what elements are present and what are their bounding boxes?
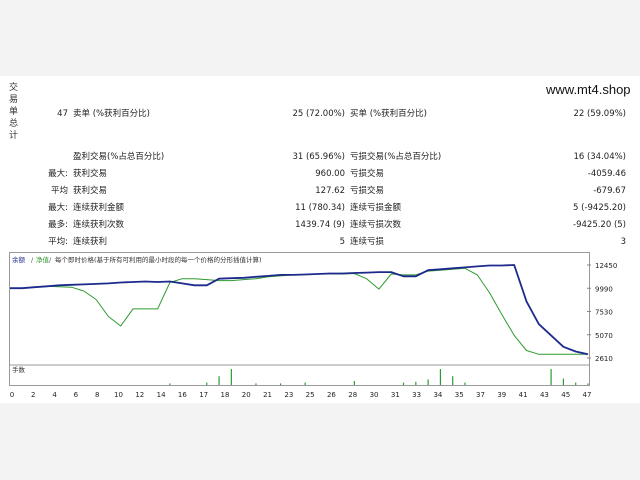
max-consec-losses-value: 5 (-9425.20) xyxy=(573,203,626,213)
maximal-consec-loss-value: -9425.20 (5) xyxy=(573,220,626,230)
maximal-consec-profit-label: 连续获利次数 xyxy=(73,220,125,230)
bottom-band xyxy=(0,403,640,480)
largest-profit-label: 获利交易 xyxy=(73,169,108,179)
volume-pane-label: 手数 xyxy=(12,365,26,374)
largest-profit-value: 960.00 xyxy=(315,169,345,179)
x-tick-label: 33 xyxy=(412,391,421,399)
y-tick-label: 9990 xyxy=(595,285,613,293)
avg-consec-wins-label: 连续获利 xyxy=(73,237,108,247)
x-tick-label: 21 xyxy=(263,391,272,399)
x-tick-label: 14 xyxy=(157,391,166,399)
y-tick-label: 5070 xyxy=(595,332,613,340)
avg-consec-wins-value: 5 xyxy=(339,237,345,247)
max-consec-losses-label: 连续亏损金额 xyxy=(350,203,402,213)
brand-text: www.mt4.shop xyxy=(546,82,631,97)
profit-trades-label: 盈利交易(%占总百分比) xyxy=(73,152,165,162)
x-tick-label: 43 xyxy=(540,391,549,399)
x-tick-label: 18 xyxy=(221,391,230,399)
x-tick-label: 10 xyxy=(114,391,123,399)
x-tick-label: 6 xyxy=(74,391,79,399)
x-tick-label: 2 xyxy=(31,391,35,399)
max-consec-wins-label: 连续获利金额 xyxy=(73,203,125,213)
x-tick-label: 20 xyxy=(242,391,251,399)
chart-svg: 余额 / 净值 / 每个即时价格(基于所有可利用的最小时段的每一个价格的分形插值计算)1… xyxy=(9,252,617,399)
x-tick-label: 17 xyxy=(199,391,208,399)
loss-trades-label: 亏损交易(%占总百分比) xyxy=(350,152,442,162)
avg-profit-label: 获利交易 xyxy=(73,186,108,196)
x-tick-label: 16 xyxy=(178,391,187,399)
x-tick-label: 34 xyxy=(433,391,442,399)
x-tick-label: 35 xyxy=(455,391,464,399)
short-positions-label: 卖单 (%获利百分比) xyxy=(73,109,150,119)
largest-loss-value: -4059.46 xyxy=(587,169,626,179)
legend-balance: 余额 xyxy=(12,255,26,264)
short-positions-value: 25 (72.00%) xyxy=(292,109,345,119)
average-prefix: 平均 xyxy=(50,186,68,196)
avg-loss-value: -679.67 xyxy=(593,186,626,196)
maximal-prefix: 最多: xyxy=(48,220,68,230)
x-tick-label: 28 xyxy=(348,391,357,399)
legend-every-tick: 每个即时价格(基于所有可利用的最小时段的每一个价格的分形插值计算) xyxy=(55,255,262,264)
x-tick-label: 25 xyxy=(306,391,315,399)
x-tick-label: 23 xyxy=(284,391,293,399)
legend-equity: 净值 xyxy=(36,255,50,264)
x-tick-label: 45 xyxy=(561,391,570,399)
plot-frame xyxy=(9,252,590,386)
x-tick-label: 39 xyxy=(497,391,506,399)
trades-summary-vertical-label: 交 易 单 总 计 xyxy=(9,83,19,141)
x-tick-label: 37 xyxy=(476,391,485,399)
y-tick-label: 12450 xyxy=(595,262,617,270)
balance-equity-chart: 余额 / 净值 / 每个即时价格(基于所有可利用的最小时段的每一个价格的分形插值计算) 1… xyxy=(9,252,631,400)
x-tick-label: 8 xyxy=(95,391,99,399)
x-tick-label: 12 xyxy=(135,391,144,399)
x-tick-label: 47 xyxy=(583,391,592,399)
x-tick-label: 26 xyxy=(327,391,336,399)
profit-trades-value: 31 (65.96%) xyxy=(292,152,345,162)
y-tick-label: 7530 xyxy=(595,309,613,317)
avg-consec-losses-label: 连续亏损 xyxy=(350,237,385,247)
total-trades-value: 47 xyxy=(57,109,68,119)
y-tick-label: 2610 xyxy=(595,355,613,363)
avg-profit-value: 127.62 xyxy=(315,186,345,196)
long-positions-value: 22 (59.09%) xyxy=(573,109,626,119)
average2-prefix: 平均: xyxy=(48,237,68,247)
x-tick-label: 0 xyxy=(10,391,14,399)
maximal-consec-profit-value: 1439.74 (9) xyxy=(295,220,345,230)
x-tick-label: 4 xyxy=(52,391,57,399)
avg-loss-label: 亏损交易 xyxy=(350,186,385,196)
avg-consec-losses-value: 3 xyxy=(620,237,626,247)
max-consec-wins-value: 11 (780.34) xyxy=(295,203,345,213)
long-positions-label: 买单 (%获利百分比) xyxy=(350,109,427,119)
largest-prefix: 最大: xyxy=(48,169,68,179)
x-tick-label: 30 xyxy=(370,391,379,399)
maximal-consec-loss-label: 连续亏损次数 xyxy=(350,220,402,230)
top-band xyxy=(0,0,640,76)
x-tick-label: 31 xyxy=(391,391,400,399)
largest-loss-label: 亏损交易 xyxy=(350,169,385,179)
max-prefix: 最大: xyxy=(48,203,68,213)
x-tick-label: 41 xyxy=(519,391,528,399)
loss-trades-value: 16 (34.04%) xyxy=(573,152,626,162)
